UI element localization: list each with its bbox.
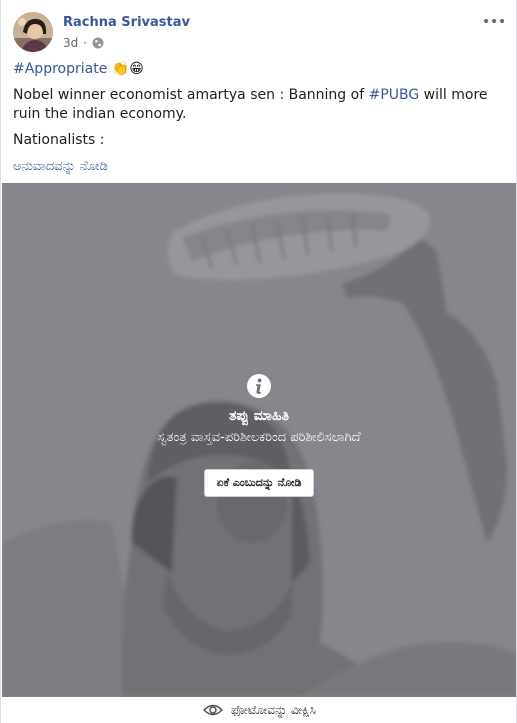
- see-photo-link[interactable]: ಫೋಟೋವನ್ನು ವೀಕ್ಷಿಸಿ: [1, 697, 517, 723]
- post-subline: 3d ·: [63, 35, 190, 51]
- see-photo-label: ಫೋಟೋವನ್ನು ವೀಕ್ಷಿಸಿ: [231, 702, 316, 717]
- more-options-icon[interactable]: [484, 14, 504, 28]
- body-paragraph: Nobel winner economist amartya sen : Ban…: [13, 86, 503, 124]
- warning-title: ತಪ್ಪು ಮಾಹಿತಿ: [228, 408, 290, 424]
- globe-icon[interactable]: [92, 37, 104, 49]
- post-header: Rachna Srivastav 3d ·: [13, 12, 190, 54]
- hashtag-pubg[interactable]: #PUBG: [369, 87, 420, 103]
- avatar[interactable]: [13, 12, 53, 52]
- warning-subtitle: ಸ್ವತಂತ್ರ ವಾಸ್ತವ-ಪರಿಶೀಲಕರಿಂದ ಪರಿಶೀಲಿಸಲಾಗಿ…: [157, 430, 361, 445]
- post-text: #Appropriate 👏😁 Nobel winner economist a…: [13, 60, 503, 183]
- false-info-warning: ತಪ್ಪು ಮಾಹಿತಿ ಸ್ವತಂತ್ರ ವಾಸ್ತವ-ಪರಿಶೀಲಕರಿಂದ…: [2, 373, 516, 497]
- info-icon: [247, 374, 271, 398]
- see-translation-link[interactable]: ಅನುವಾದವನ್ನು ನೋಡಿ: [13, 157, 503, 176]
- hashtag-appropriate[interactable]: #Appropriate: [13, 61, 107, 77]
- author-name[interactable]: Rachna Srivastav: [63, 14, 190, 32]
- post-photo[interactable]: ತಪ್ಪು ಮಾಹಿತಿ ಸ್ವತಂತ್ರ ವಾಸ್ತವ-ಪರಿಶೀಲಕರಿಂದ…: [2, 183, 516, 697]
- eye-icon: [203, 704, 223, 716]
- second-line: Nationalists :: [13, 132, 105, 148]
- see-why-button[interactable]: ಏಕೆ ಎಂಬುದನ್ನು ನೋಡಿ: [203, 469, 315, 497]
- post-time[interactable]: 3d: [63, 35, 78, 51]
- post-card: Rachna Srivastav 3d · #Appropriate 👏😁 No…: [0, 0, 517, 723]
- avatar-image: [13, 12, 53, 52]
- post-meta: Rachna Srivastav 3d ·: [63, 12, 190, 54]
- emoji-clap-grin: 👏😁: [111, 61, 144, 77]
- body-prefix: Nobel winner economist amartya sen : Ban…: [13, 87, 369, 103]
- separator-dot: ·: [83, 36, 88, 50]
- hashtag-line: #Appropriate 👏😁: [13, 60, 503, 79]
